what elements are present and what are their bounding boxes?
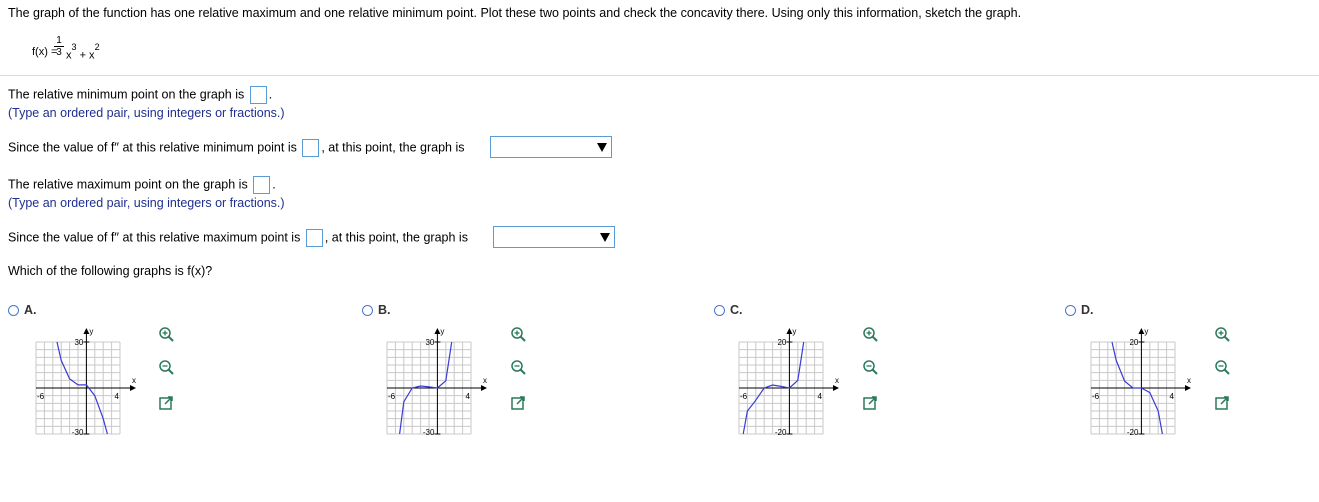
function-rhs: x3 + x2 [66, 42, 100, 62]
concavity-max-middle: , at this point, the graph is [324, 230, 468, 245]
rel-min-period: . [268, 87, 273, 102]
y-tick-label-top: 30 [425, 338, 434, 347]
option-a[interactable]: A. [8, 303, 37, 317]
zoom-out-icon[interactable] [157, 359, 175, 377]
zoom-in-icon[interactable] [861, 326, 879, 344]
x-tick-label-right: 4 [466, 392, 471, 401]
zoom-in-icon[interactable] [1213, 326, 1231, 344]
y-tick-label-bottom: -20 [1127, 428, 1139, 436]
y-tick-label-bottom: -30 [72, 428, 84, 436]
radio-button[interactable] [1065, 304, 1076, 316]
radio-button[interactable] [362, 304, 373, 316]
y-axis-label: y [89, 327, 93, 336]
fraction: 1 3 [54, 35, 64, 58]
dropdown-arrow-icon [600, 233, 610, 242]
term-plus-x: + x [76, 49, 95, 62]
zoom-out-icon[interactable] [1213, 359, 1231, 377]
concavity-min-middle: , at this point, the graph is [321, 140, 465, 155]
fraction-denominator: 3 [56, 47, 62, 58]
x-axis-label: x [483, 376, 487, 385]
concavity-min-label: Since the value of f′′ at this relative … [8, 140, 297, 155]
option-label: B. [378, 303, 391, 317]
open-external-icon[interactable] [1213, 394, 1231, 412]
y-tick-label-top: 30 [74, 338, 83, 347]
y-tick-label-bottom: -20 [775, 428, 787, 436]
zoom-in-icon[interactable] [157, 326, 175, 344]
zoom-out-icon[interactable] [861, 359, 879, 377]
radio-button[interactable] [714, 304, 725, 316]
option-d[interactable]: D. [1065, 303, 1094, 317]
fraction-numerator: 1 [54, 35, 64, 47]
rel-min-row: The relative minimum point on the graph … [8, 86, 272, 104]
x-axis-label: x [835, 376, 839, 385]
graph-option-d[interactable]: 20 -20 -6 4 x y [1089, 326, 1204, 436]
divider [0, 75, 1319, 76]
option-c[interactable]: C. [714, 303, 743, 317]
open-external-icon[interactable] [157, 394, 175, 412]
concavity-max-label: Since the value of f′′ at this relative … [8, 230, 301, 245]
zoom-in-icon[interactable] [509, 326, 527, 344]
graph-option-a[interactable]: 30 -30 -6 4 x y [34, 326, 149, 436]
x-axis-arrow [481, 385, 487, 391]
concavity-min-dropdown[interactable] [490, 136, 612, 158]
x-axis-arrow [833, 385, 839, 391]
open-external-icon[interactable] [509, 394, 527, 412]
x-tick-label-left: -6 [740, 392, 748, 401]
concavity-min-row: Since the value of f′′ at this relative … [8, 139, 464, 157]
option-b[interactable]: B. [362, 303, 391, 317]
rel-min-input[interactable] [249, 86, 267, 104]
exponent-2: 2 [94, 42, 100, 52]
radio-button[interactable] [8, 304, 19, 316]
term-x: x [66, 49, 72, 62]
y-axis-label: y [792, 327, 796, 336]
rel-max-period: . [272, 177, 276, 192]
y-tick-label-bottom: -30 [423, 428, 435, 436]
x-axis-label: x [1187, 376, 1191, 385]
rel-min-label: The relative minimum point on the graph … [8, 87, 245, 102]
x-axis-arrow [130, 385, 136, 391]
option-label: D. [1081, 303, 1094, 317]
x-tick-label-left: -6 [388, 392, 396, 401]
option-label: A. [24, 303, 37, 317]
graph-option-b[interactable]: 30 -30 -6 4 x y [385, 326, 500, 436]
y-axis-label: y [1144, 327, 1148, 336]
which-graph-question: Which of the following graphs is f(x)? [8, 264, 213, 278]
rel-max-input[interactable] [253, 176, 271, 194]
rel-max-hint: (Type an ordered pair, using integers or… [8, 196, 285, 210]
x-tick-label-left: -6 [1092, 392, 1100, 401]
exponent-3: 3 [71, 42, 77, 52]
y-tick-label-top: 20 [777, 338, 786, 347]
y-axis-label: y [440, 327, 444, 336]
rel-min-hint: (Type an ordered pair, using integers or… [8, 106, 285, 120]
x-axis-arrow [1185, 385, 1191, 391]
y-tick-label-top: 20 [1129, 338, 1138, 347]
fpp-max-input[interactable] [305, 229, 323, 247]
x-tick-label-right: 4 [818, 392, 823, 401]
concavity-max-dropdown[interactable] [493, 226, 615, 248]
fpp-min-input[interactable] [302, 139, 320, 157]
open-external-icon[interactable] [861, 394, 879, 412]
x-tick-label-left: -6 [37, 392, 45, 401]
concavity-max-row: Since the value of f′′ at this relative … [8, 229, 468, 247]
dropdown-arrow-icon [597, 143, 607, 152]
x-axis-label: x [132, 376, 136, 385]
rel-max-row: The relative maximum point on the graph … [8, 176, 276, 194]
x-tick-label-right: 4 [115, 392, 120, 401]
rel-max-label: The relative maximum point on the graph … [8, 177, 248, 192]
question-text: The graph of the function has one relati… [8, 6, 1022, 20]
option-label: C. [730, 303, 743, 317]
graph-option-c[interactable]: 20 -20 -6 4 x y [737, 326, 852, 436]
x-tick-label-right: 4 [1170, 392, 1175, 401]
zoom-out-icon[interactable] [509, 359, 527, 377]
